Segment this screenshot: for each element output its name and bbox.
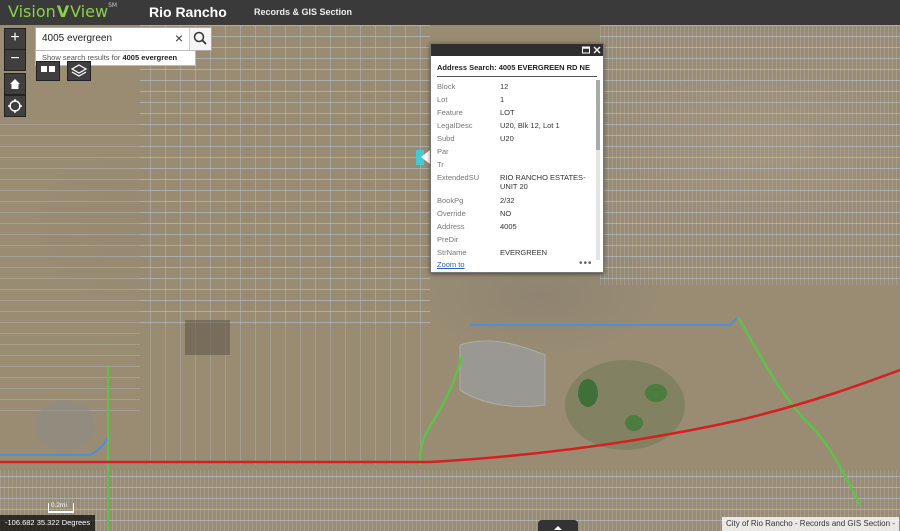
attr-row-address: Address 4005	[437, 220, 593, 233]
attr-row-bookpg: BookPg 2/32	[437, 194, 593, 207]
info-popup: Address Search: 4005 EVERGREEN RD NE Blo…	[430, 43, 604, 273]
zoom-out-button[interactable]: −	[4, 49, 26, 71]
layers-button[interactable]	[67, 61, 91, 81]
chevron-up-icon	[554, 526, 562, 530]
attr-key: Subd	[437, 134, 455, 143]
locate-icon	[8, 99, 22, 113]
popup-attributes: Block 12 Lot 1 Feature LOT LegalDesc U20, Bl…	[437, 80, 593, 258]
logo-text-view: View	[70, 2, 109, 21]
attr-row-par: Par	[437, 145, 593, 158]
attr-row-legaldesc: LegalDesc U20, Blk 12, Lot 1	[437, 119, 593, 132]
section-title: Records & GIS Section	[254, 7, 353, 17]
attr-row-subd: Subd U20	[437, 132, 593, 145]
baseball-field	[645, 384, 667, 402]
attr-key: ExtendedSU	[437, 173, 480, 182]
facility-west	[35, 400, 95, 450]
attr-value: NO	[500, 209, 512, 218]
home-button[interactable]	[4, 73, 26, 95]
attr-row-feature: Feature LOT	[437, 106, 593, 119]
basemap-icon	[41, 66, 55, 72]
scale-bar: 0.2mi	[48, 502, 74, 513]
more-actions-button[interactable]: •••	[579, 258, 593, 269]
attr-row-strname: StrName EVERGREEN	[437, 246, 593, 258]
attr-row-block: Block 12	[437, 80, 593, 93]
locate-button[interactable]	[4, 95, 26, 117]
vegetation-patch	[185, 320, 230, 355]
attr-value: 4005	[500, 222, 517, 231]
suggestion-term: 4005 evergreen	[122, 53, 178, 62]
attr-key: Feature	[437, 108, 463, 117]
attr-value: LOT	[500, 108, 515, 117]
clear-search-button[interactable]: ×	[171, 27, 187, 49]
attr-value: 1	[500, 95, 505, 104]
zoom-to-link[interactable]: Zoom to	[437, 260, 465, 269]
attr-value: RIO RANCHO ESTATES-UNIT 20	[500, 173, 586, 191]
road-blue-north	[470, 316, 739, 326]
vision-view-logo[interactable]: VisionVViewSM	[8, 2, 117, 21]
coordinate-readout: -106.682 35.322 Degrees	[0, 515, 96, 531]
attr-value: 12	[500, 82, 509, 91]
attr-key: Override	[437, 209, 466, 218]
logo-trademark: SM	[108, 2, 118, 9]
attr-key: BookPg	[437, 196, 464, 205]
parcel-grid-west	[0, 115, 140, 415]
logo-check-icon: V	[56, 2, 70, 21]
attr-key: Tr	[437, 160, 444, 169]
attr-value: U20, Blk 12, Lot 1	[500, 121, 560, 130]
attr-row-override: Override NO	[437, 207, 593, 220]
basemap-gallery-button[interactable]	[36, 61, 60, 81]
logo-text-vision: Vision	[8, 2, 56, 21]
attr-key: LegalDesc	[437, 121, 473, 130]
attr-key: Par	[437, 147, 449, 156]
map-view[interactable]: + − × Show search results for 4005 everg…	[0, 25, 900, 531]
attr-key: PreDir	[437, 235, 459, 244]
app-title: Rio Rancho	[149, 4, 227, 20]
popup-scrollbar[interactable]	[596, 80, 600, 260]
close-icon: ×	[174, 30, 184, 46]
scrollbar-thumb[interactable]	[596, 80, 600, 150]
attribution: City of Rio Rancho - Records and GIS Sec…	[722, 517, 899, 531]
search-icon	[193, 31, 207, 45]
attr-value: 2/32	[500, 196, 515, 205]
parcel-grid-north-v	[140, 25, 430, 325]
attr-row-extendedsu: ExtendedSU RIO RANCHO ESTATES-UNIT 20	[437, 171, 593, 194]
search-input[interactable]	[36, 28, 186, 48]
sports-field	[578, 379, 598, 407]
attr-value: EVERGREEN	[500, 248, 548, 257]
attr-key: StrName	[437, 248, 467, 257]
attr-key: Lot	[437, 95, 448, 104]
attr-key: Address	[437, 222, 465, 231]
baseball-field-2	[625, 415, 643, 431]
attr-row-lot: Lot 1	[437, 93, 593, 106]
attr-row-tr: Tr	[437, 158, 593, 171]
subdivision-curves	[459, 340, 546, 408]
zoom-in-button[interactable]: +	[4, 28, 26, 50]
attr-value: U20	[500, 134, 514, 143]
attr-key: Block	[437, 82, 456, 91]
home-icon	[10, 79, 20, 89]
attr-row-predir: PreDir	[437, 233, 593, 246]
parcel-grid-east-v	[600, 25, 900, 285]
app-header: VisionVViewSM Rio Rancho Records & GIS S…	[0, 0, 900, 25]
popup-titlebar	[431, 44, 603, 56]
search-button[interactable]	[189, 28, 211, 50]
popup-pointer	[421, 150, 430, 164]
close-popup-icon[interactable]	[592, 45, 602, 55]
layers-icon	[70, 64, 88, 77]
maximize-icon[interactable]	[581, 45, 591, 55]
expand-panel-button[interactable]	[538, 520, 578, 531]
popup-title: Address Search: 4005 EVERGREEN RD NE	[437, 56, 597, 77]
